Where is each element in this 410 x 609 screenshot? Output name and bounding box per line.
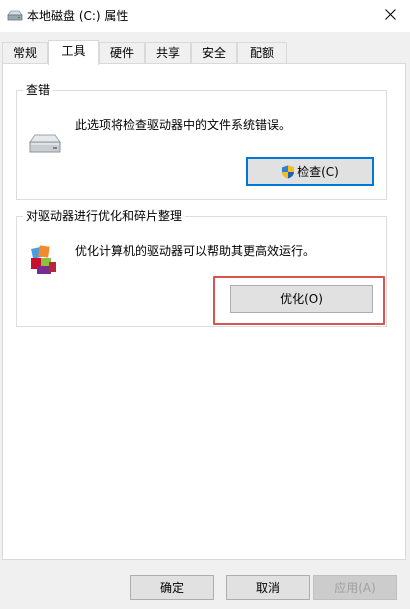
apply-button[interactable]: 应用(A) bbox=[313, 575, 397, 600]
tab-strip: 常规 工具 硬件 共享 安全 配额 bbox=[0, 40, 410, 65]
window-title: 本地磁盘 (C:) 属性 bbox=[27, 9, 129, 23]
tab-tools[interactable]: 工具 bbox=[48, 40, 99, 65]
optimize-group: 对驱动器进行优化和碎片整理 优化计算机的驱动器可以帮助其更高效运行。 优化(O) bbox=[16, 208, 387, 327]
optimize-description: 优化计算机的驱动器可以帮助其更高效运行。 bbox=[75, 244, 316, 258]
drive-icon bbox=[7, 10, 23, 25]
check-button[interactable]: 检查(C) bbox=[246, 157, 374, 186]
title-bar: 本地磁盘 (C:) 属性 bbox=[0, 0, 410, 32]
error-check-description: 此选项将检查驱动器中的文件系统错误。 bbox=[75, 118, 292, 132]
close-icon bbox=[384, 9, 396, 23]
tab-security[interactable]: 安全 bbox=[191, 42, 237, 63]
optimize-button[interactable]: 优化(O) bbox=[230, 285, 373, 313]
cancel-button[interactable]: 取消 bbox=[226, 575, 310, 600]
tab-sharing[interactable]: 共享 bbox=[145, 42, 191, 63]
error-check-group: 查错 此选项将检查驱动器中的文件系统错误。 检查(C) bbox=[16, 82, 387, 200]
tab-general[interactable]: 常规 bbox=[2, 42, 48, 63]
error-check-title: 查错 bbox=[23, 82, 54, 98]
tab-content-panel: 查错 此选项将检查驱动器中的文件系统错误。 检查(C) 对驱动器进行优化和碎片整… bbox=[2, 63, 406, 560]
check-button-label: 检查(C) bbox=[297, 164, 339, 179]
tab-hardware[interactable]: 硬件 bbox=[99, 42, 145, 63]
uac-shield-icon bbox=[281, 165, 295, 179]
hard-drive-icon bbox=[28, 133, 62, 158]
optimize-title: 对驱动器进行优化和碎片整理 bbox=[23, 208, 186, 224]
defrag-icon bbox=[29, 244, 59, 279]
tab-quota[interactable]: 配额 bbox=[237, 42, 287, 63]
ok-button[interactable]: 确定 bbox=[130, 575, 214, 600]
close-button[interactable] bbox=[370, 0, 410, 32]
